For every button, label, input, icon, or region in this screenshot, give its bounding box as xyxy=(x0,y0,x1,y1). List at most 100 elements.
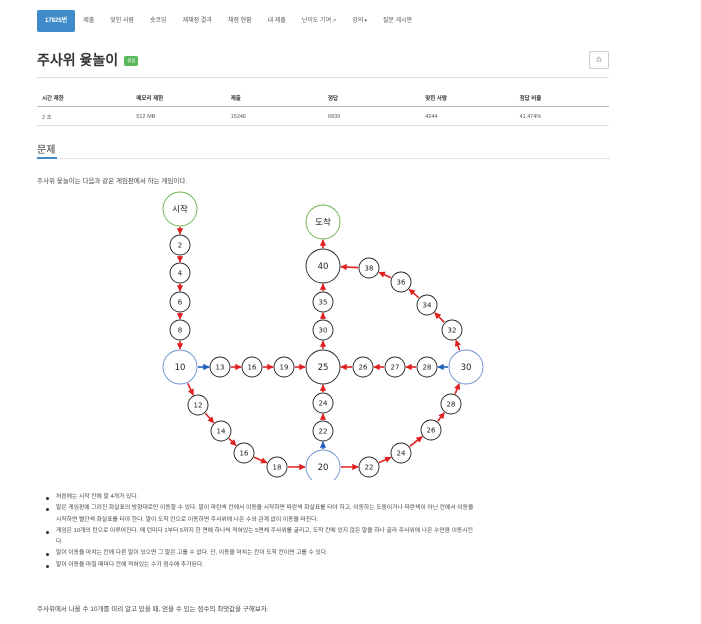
cell-label: 32 xyxy=(448,327,457,335)
cell-label: 30 xyxy=(461,363,472,373)
cell-label: 4 xyxy=(178,270,183,278)
cell-solvers: 4244 xyxy=(420,106,515,126)
nav-my-submissions[interactable]: 내 제출 xyxy=(260,10,294,32)
nav-difficulty[interactable]: 난이도 기여↗ xyxy=(294,10,344,32)
cell-label: 38 xyxy=(365,265,374,273)
cell-label: 26 xyxy=(427,427,436,435)
board-cell-n14: 14 xyxy=(210,420,232,442)
red-arrow xyxy=(434,312,445,323)
status-badge: 성공 xyxy=(124,56,139,67)
board-cell-n38: 38 xyxy=(358,257,380,279)
header-memory-limit: 메모리 제한 xyxy=(131,90,226,107)
cell-time-limit: 2 초 xyxy=(37,106,132,126)
red-arrow xyxy=(340,263,359,271)
board-cell-n18: 18 xyxy=(266,456,288,478)
cell-label: 14 xyxy=(217,428,226,436)
red-arrow xyxy=(228,438,237,446)
table-header-row: 시간 제한 메모리 제한 제출 정답 맞힌 사람 정답 비율 xyxy=(37,90,609,107)
cell-label: 36 xyxy=(397,279,406,287)
cell-label: 25 xyxy=(318,363,329,373)
header-solvers: 맞힌 사람 xyxy=(420,90,515,107)
cell-label: 27 xyxy=(391,364,400,372)
board-cell-n12: 12 xyxy=(187,394,209,416)
board-cell-u35: 35 xyxy=(312,291,334,313)
cell-accepted: 6839 xyxy=(322,106,421,126)
nav-lecture-label: 강의 xyxy=(352,18,364,24)
nav-board[interactable]: 질문 게시판 xyxy=(375,10,420,32)
nav-lecture[interactable]: 강의▾ xyxy=(344,10,375,32)
nav-problem-number[interactable]: 17825번 xyxy=(37,10,76,32)
cell-label: 34 xyxy=(423,302,432,310)
board-cell-start: 시작 xyxy=(162,191,198,227)
board-cell-u30: 30 xyxy=(312,319,334,341)
header-time-limit: 시간 제한 xyxy=(37,90,132,107)
nav-rejudge[interactable]: 재채점 결과 xyxy=(175,10,220,32)
nav-short-coding[interactable]: 숏코딩 xyxy=(142,10,175,32)
nav-difficulty-label: 난이도 기여 xyxy=(301,18,332,24)
divider xyxy=(37,77,609,78)
game-board-diagram: 시작24681012141618 20 22242628303234363840도착… xyxy=(162,191,484,480)
cell-label: 13 xyxy=(216,364,225,372)
rule-item: 말이 이동을 마치는 칸에 다른 말이 있으면 그 말은 고를 수 없다. 단,… xyxy=(44,548,609,559)
cell-label: 도착 xyxy=(315,218,331,228)
cell-label: 24 xyxy=(397,450,406,458)
board-cell-n28r: 28 xyxy=(440,393,462,415)
cell-submissions: 15246 xyxy=(225,106,323,126)
star-button[interactable]: ☆ xyxy=(589,51,609,69)
cell-label: 16 xyxy=(248,364,257,372)
red-arrow xyxy=(378,271,392,279)
nav-status[interactable]: 채점 현황 xyxy=(220,10,260,32)
header-ratio: 정답 비율 xyxy=(514,90,609,107)
cell-label: 6 xyxy=(178,299,183,307)
cell-label: 12 xyxy=(194,402,203,410)
cell-label: 18 xyxy=(273,464,282,472)
cell-ratio: 41.474% xyxy=(514,106,609,126)
board-cell-c28: 28 xyxy=(416,356,438,378)
board-cell-s2: 2 xyxy=(169,234,191,256)
board-cell-n24r: 24 xyxy=(390,442,412,464)
board-cell-n20: 20 xyxy=(305,449,341,480)
red-arrow xyxy=(409,436,423,447)
board-cell-n22r: 22 xyxy=(358,456,380,478)
cell-label: 26 xyxy=(359,364,368,372)
rule-continuation: 다. xyxy=(56,539,63,546)
red-arrow xyxy=(204,412,215,424)
board-cell-a13: 13 xyxy=(209,356,231,378)
cell-label: 28 xyxy=(447,401,456,409)
nav-solvers[interactable]: 맞힌 사람 xyxy=(102,10,142,32)
rule-item: 말이 이동을 마칠 때마다 칸에 적혀있는 수가 점수에 추가된다. xyxy=(44,560,609,571)
cell-label: 2 xyxy=(178,242,182,250)
cell-label: 22 xyxy=(365,464,374,472)
red-arrow xyxy=(454,339,461,351)
rule-item: 처음에는 시작 칸에 말 4개가 있다. xyxy=(44,492,609,503)
board-cell-c26: 26 xyxy=(352,356,374,378)
cell-label: 24 xyxy=(319,400,328,408)
cell-label: 22 xyxy=(319,428,328,436)
board-cell-n30: 30 xyxy=(448,349,484,385)
cell-label: 16 xyxy=(240,450,249,458)
problem-info-table: 시간 제한 메모리 제한 제출 정답 맞힌 사람 정답 비율 2 초 512 M… xyxy=(37,90,609,126)
board-cell-s4: 4 xyxy=(169,262,191,284)
board-cell-n10: 10 xyxy=(162,349,198,385)
table-row: 2 초 512 MB 15246 6839 4244 41.474% xyxy=(37,106,609,126)
red-arrow xyxy=(378,456,392,464)
star-icon: ☆ xyxy=(595,55,603,64)
board-cell-n32: 32 xyxy=(441,319,463,341)
board-cell-fin: 도착 xyxy=(305,204,341,240)
red-arrow xyxy=(186,382,195,396)
rule-continuation: 시작하면 빨간색 화살표를 타야 한다. 말이 도착 칸으로 이동하면 주사위에… xyxy=(56,516,319,523)
cell-label: 28 xyxy=(423,364,432,372)
board-cell-c25: 25 xyxy=(305,349,341,385)
header-submissions: 제출 xyxy=(225,90,323,107)
cell-label: 40 xyxy=(318,262,329,272)
cell-label: 35 xyxy=(319,299,328,307)
problem-nav: 17825번 제출 맞힌 사람 숏코딩 재채점 결과 채점 현황 내 제출 난이… xyxy=(37,10,420,32)
board-cell-c27: 27 xyxy=(384,356,406,378)
cell-memory-limit: 512 MB xyxy=(131,106,226,126)
nav-submit[interactable]: 제출 xyxy=(75,10,102,32)
rule-item: 게임은 10개의 턴으로 이루어진다. 매 턴마다 1부터 5까지 한 면에 하… xyxy=(44,526,609,537)
section-title: 문제 xyxy=(37,145,56,156)
board-cell-s6: 6 xyxy=(169,291,191,313)
red-arrow xyxy=(437,412,445,422)
page-title: 주사위 윷놀이 xyxy=(37,52,119,68)
